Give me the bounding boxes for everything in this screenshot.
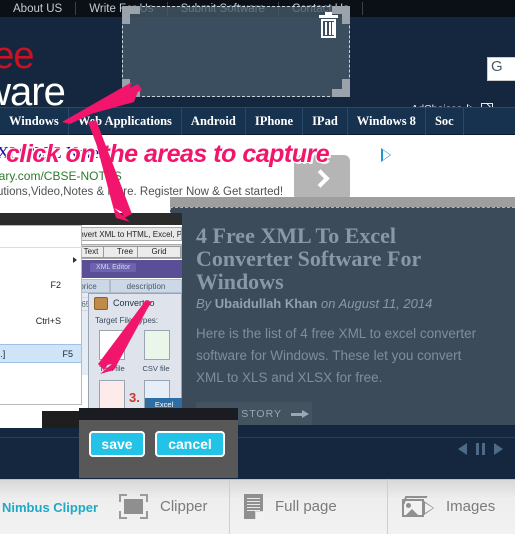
trash-line (328, 22, 331, 35)
nav-item-ipad[interactable]: IPad (303, 107, 348, 135)
nav-item-windows[interactable]: Windows (0, 107, 69, 135)
thumb-menu-key: Ctrl+S (35, 316, 61, 326)
google-search-box[interactable]: G (487, 57, 515, 81)
toolbar-item-clipper[interactable]: Clipper (105, 479, 230, 534)
logo-line-1: free (0, 35, 34, 77)
article-title: 4 Free XML To Excel Converter Software F… (196, 223, 421, 294)
nav-item-iphone[interactable]: IPhone (246, 107, 304, 135)
resize-handle-top-right-v[interactable] (342, 6, 350, 24)
resize-handle-bottom-right-v[interactable] (342, 79, 350, 97)
step-number-3: 3. (129, 390, 140, 405)
thumb-selected-key: F5 (62, 349, 73, 359)
toolbar-label-full-page: Full page (275, 498, 337, 515)
thumb-menu-row-f2: F2 (0, 276, 83, 296)
byline-on: on (320, 296, 336, 311)
trash-line (325, 22, 327, 35)
site-logo[interactable]: free tware (0, 35, 66, 114)
adchoices-triangle-icon-blue[interactable] (381, 148, 394, 162)
thumb-purple-band: XML Editor (66, 260, 182, 278)
article-author[interactable]: Ubaidullah Khan (215, 296, 318, 311)
save-button[interactable]: save (89, 431, 145, 457)
annotation-text: click on the areas to capture (5, 140, 330, 169)
logo-line-2: tware (0, 70, 66, 114)
thumb-context-menu: Help F2 Ctrl+S up view (0, 225, 83, 405)
resize-handle-top-left-v[interactable] (122, 6, 130, 24)
trash-line (332, 22, 334, 35)
thumb-purple-caption: XML Editor (90, 263, 137, 272)
save-cancel-panel: save cancel (79, 420, 238, 478)
annotation-arrow-to-convert (96, 300, 156, 375)
toolbar-item-full-page[interactable]: Full page (230, 479, 388, 534)
thumb-menu-row-submenu (0, 252, 83, 272)
media-controls (458, 443, 503, 455)
article-excerpt: Here is the list of 4 free XML to excel … (196, 326, 477, 385)
page-lower-strip (0, 425, 515, 479)
pause-icon[interactable] (476, 443, 485, 455)
nimbus-brand-label: Nimbus Clipper (2, 500, 99, 515)
thumb-tab-grid: Grid (137, 246, 181, 258)
capture-selection-rectangle[interactable] (122, 6, 350, 97)
chevron-right-icon (310, 168, 330, 188)
screenshot-stage: About US Write For Us Submit Software Co… (0, 0, 515, 534)
trash-lid (319, 15, 338, 18)
nav-item-android[interactable]: Android (182, 107, 246, 135)
images-icon (402, 494, 434, 519)
toolbar-label-clipper: Clipper (160, 498, 208, 515)
next-icon[interactable] (494, 443, 503, 455)
article-byline: By Ubaidullah Khan on August 11, 2014 (196, 296, 432, 311)
byline-prefix: By (196, 296, 212, 311)
thumb-menu-selected-row: onvert XML to ...] F5 (0, 344, 82, 363)
nav-item-social[interactable]: Soc (426, 107, 464, 135)
thumb-menu-row-save: Ctrl+S (0, 312, 83, 332)
strip-divider (0, 437, 515, 438)
thumb-menu-key: F2 (50, 280, 61, 290)
arrow-right-icon (291, 410, 309, 418)
trash-icon[interactable] (319, 12, 338, 39)
menu-divider (361, 2, 363, 15)
thumb-tab-strip: Text Tree Grid (66, 244, 182, 259)
thumb-url-bar: Convert XML to HTML, Excel, PDF, CS (66, 227, 182, 241)
thumb-menu-row-help: Help (0, 228, 83, 248)
file-type-icon-access (99, 380, 125, 410)
page-icon (244, 494, 263, 519)
nav-item-windows-8[interactable]: Windows 8 (348, 107, 426, 135)
thumb-selected-label: onvert XML to ...] (0, 349, 6, 359)
article-card: 4 Free XML To Excel Converter Software F… (170, 207, 515, 425)
thumb-grid-header-description: description (110, 279, 182, 293)
toolbar-label-images: Images (446, 498, 496, 515)
top-menu-item-about[interactable]: About US (0, 3, 75, 15)
article-date: August 11, 2014 (338, 296, 433, 311)
annotation-arrow-to-thumbnail (86, 118, 136, 223)
toolbar-item-images[interactable]: Images (388, 479, 515, 534)
previous-icon[interactable] (458, 443, 467, 455)
submenu-arrow-icon (73, 257, 77, 263)
clipper-icon (119, 494, 148, 519)
cancel-button[interactable]: cancel (155, 431, 225, 457)
